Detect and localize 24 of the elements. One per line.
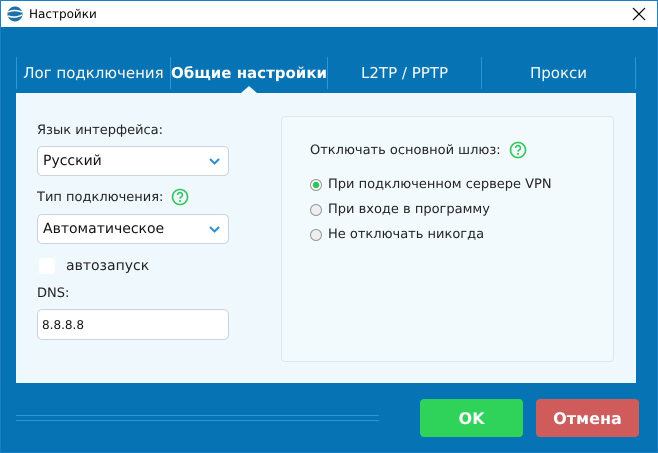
radio-button[interactable]: [310, 228, 322, 240]
group-title: Отключать основной шлюз:: [310, 142, 501, 158]
radio-label: Не отключать никогда: [328, 227, 484, 242]
field-label: Язык интерфейса:: [37, 123, 164, 138]
radio-label: При входе в программу: [328, 202, 490, 217]
field-label: Тип подключения:: [37, 190, 164, 204]
field-label: DNS:: [37, 286, 70, 301]
radio-button[interactable]: [310, 204, 322, 216]
connection-type-dropdown[interactable]: Автоматическое: [37, 214, 229, 244]
radio-label: При подключенном сервере VPN: [328, 177, 552, 192]
chevron-down-icon: [209, 158, 220, 164]
tab[interactable]: Лог подключения: [16, 57, 170, 89]
cancel-button[interactable]: Отмена: [536, 399, 639, 437]
window-title: Настройки: [29, 7, 98, 21]
help-icon[interactable]: [508, 141, 527, 159]
checkbox-label: автозапуск: [66, 258, 150, 274]
language-dropdown[interactable]: Русский: [37, 146, 229, 176]
help-icon[interactable]: [171, 188, 190, 206]
tab[interactable]: Прокси: [481, 57, 636, 89]
dns-input-field[interactable]: 8.8.8.8: [37, 309, 229, 340]
globe-icon: [7, 6, 23, 22]
radio-button[interactable]: [310, 178, 322, 190]
tab[interactable]: L2TP / PPTP: [327, 57, 481, 89]
chevron-down-icon: [209, 226, 220, 232]
